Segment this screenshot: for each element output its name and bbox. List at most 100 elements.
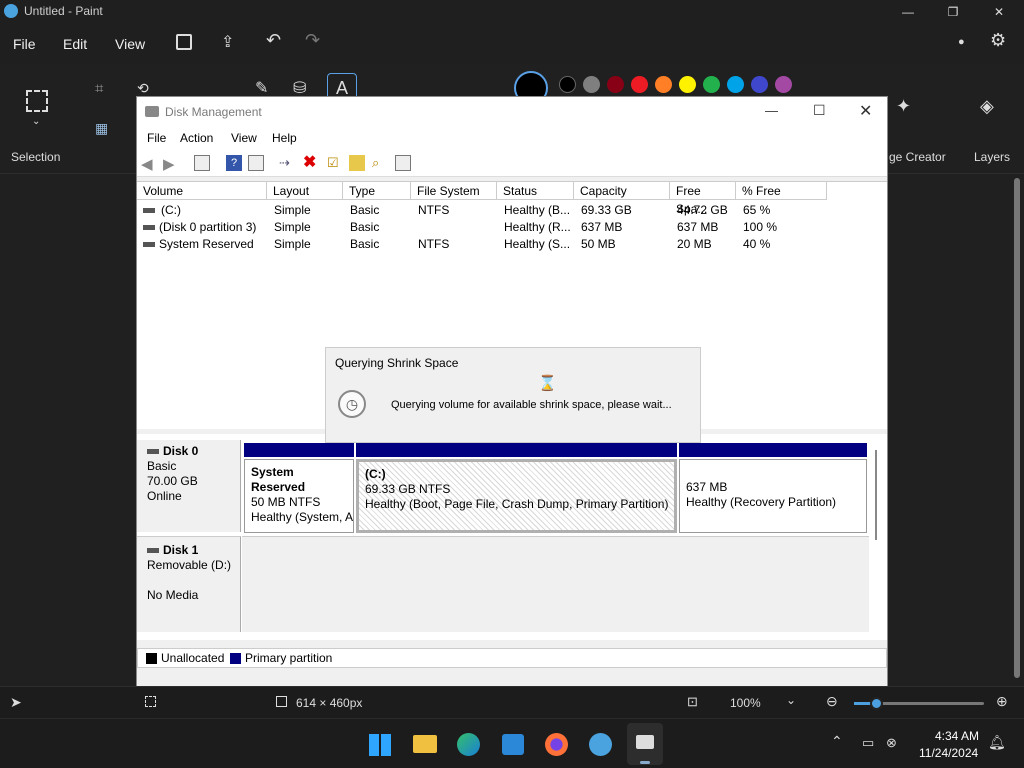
color-swatch[interactable] — [775, 76, 792, 93]
minimize-button[interactable]: — — [893, 2, 923, 22]
undo-icon[interactable]: ↶ — [266, 30, 281, 51]
table-row[interactable]: (Disk 0 partition 3) Simple Basic Health… — [137, 219, 885, 236]
chevron-up-icon[interactable]: ⌃ — [831, 733, 843, 750]
column-header-free-space[interactable]: Free Spa... — [670, 182, 736, 216]
partition-system-reserved[interactable]: System Reserved 50 MB NTFS Healthy (Syst… — [244, 459, 354, 533]
zoom-out-icon[interactable]: ⊖ — [826, 693, 838, 710]
disk-management-window: Disk Management — ☐ ✕ File Action View H… — [136, 96, 888, 692]
volume-muted-icon[interactable]: ⊗ — [886, 735, 897, 751]
table-row[interactable]: (C:) Simple Basic NTFS Healthy (B... 69.… — [137, 202, 885, 219]
disk-icon — [147, 548, 159, 554]
close-button[interactable]: ✕ — [984, 2, 1014, 22]
color-swatch[interactable] — [751, 76, 768, 93]
dm-minimize-button[interactable]: — — [765, 103, 778, 118]
crop-icon[interactable]: ⌗ — [95, 80, 103, 97]
graph-scrollbar[interactable] — [875, 450, 877, 540]
disk-0-size: 70.00 GB — [147, 474, 198, 488]
edge-icon[interactable] — [457, 733, 480, 756]
layers-icon[interactable]: ◈ — [980, 96, 994, 117]
settings-icon[interactable]: ⚙ — [990, 30, 1006, 51]
color-swatch[interactable] — [559, 76, 576, 93]
disk-0-status: Online — [147, 489, 182, 503]
resize-icon[interactable]: ▦ — [95, 120, 108, 137]
dm-menu-action[interactable]: Action — [180, 131, 213, 145]
clock-date[interactable]: 11/24/2024 — [919, 746, 978, 760]
back-icon[interactable]: ◀ — [141, 155, 157, 173]
redo-icon[interactable]: ↷ — [305, 30, 320, 51]
zoom-slider-thumb[interactable] — [870, 697, 884, 710]
column-header-percent-free[interactable]: % Free — [736, 182, 827, 200]
disk-0-info[interactable]: Disk 0 Basic 70.00 GB Online — [137, 440, 241, 532]
disk-management-taskbar-icon[interactable] — [627, 723, 663, 765]
paint-taskbar-icon[interactable] — [589, 733, 612, 756]
notification-bell-icon[interactable]: 🔔︎ — [988, 734, 1006, 751]
restore-button[interactable]: ❐ — [938, 2, 968, 22]
pencil-icon[interactable]: ✎ — [255, 78, 268, 98]
cell-status: Healthy (R... — [504, 220, 571, 234]
zoom-in-icon[interactable]: ⊕ — [996, 693, 1008, 710]
selection-icon[interactable] — [26, 90, 48, 112]
folder-up-icon[interactable] — [349, 155, 365, 171]
search-icon[interactable]: ⌕ — [372, 155, 388, 171]
help-icon[interactable]: ? — [226, 155, 242, 171]
save-icon[interactable] — [176, 34, 192, 50]
column-header-type[interactable]: Type — [343, 182, 411, 200]
layers-label: Layers — [974, 150, 1011, 164]
fill-icon[interactable]: ⛁ — [293, 78, 306, 98]
color-swatch[interactable] — [607, 76, 624, 93]
menu-edit[interactable]: Edit — [63, 36, 87, 52]
disk-1-status: No Media — [147, 588, 199, 602]
disk-1-name: Disk 1 — [163, 543, 199, 557]
account-icon[interactable]: ● — [958, 36, 965, 48]
zoom-slider[interactable] — [854, 697, 984, 710]
image-creator-icon[interactable]: ✦ — [896, 96, 911, 117]
paint-app-icon — [4, 4, 18, 18]
network-icon[interactable]: ▭ — [862, 735, 874, 751]
color-swatch[interactable] — [655, 76, 672, 93]
color-swatch[interactable] — [703, 76, 720, 93]
menu-file[interactable]: File — [13, 36, 36, 52]
chevron-down-icon[interactable]: ⌄ — [786, 693, 796, 707]
delete-icon[interactable]: ✖ — [303, 155, 319, 171]
list-view-icon[interactable] — [395, 155, 411, 171]
store-icon[interactable] — [502, 734, 524, 755]
dm-menu-help[interactable]: Help — [272, 131, 297, 145]
zoom-level[interactable]: 100% — [730, 696, 761, 710]
properties-icon[interactable] — [248, 155, 264, 171]
dm-menu-view[interactable]: View — [231, 131, 257, 145]
rotate-icon[interactable]: ⟲ — [137, 80, 149, 97]
disk-1-info[interactable]: Disk 1 Removable (D:) No Media — [137, 536, 241, 632]
column-header-volume[interactable]: Volume — [137, 182, 267, 200]
column-header-file-system[interactable]: File System — [411, 182, 497, 200]
file-explorer-icon[interactable] — [413, 735, 437, 753]
firefox-icon[interactable] — [545, 733, 568, 756]
dm-menu-file[interactable]: File — [147, 131, 166, 145]
cell-file-system: NTFS — [418, 237, 450, 251]
column-header-layout[interactable]: Layout — [267, 182, 343, 200]
color-swatch[interactable] — [679, 76, 696, 93]
clock-time[interactable]: 4:34 AM — [935, 729, 979, 743]
color-swatch[interactable] — [631, 76, 648, 93]
console-tree-icon[interactable] — [194, 155, 210, 171]
paint-menu-bar: File Edit View ⇪ ↶ ↷ ● ⚙ — [0, 24, 1024, 64]
fit-screen-icon[interactable]: ⊡ — [687, 694, 698, 710]
vertical-scrollbar[interactable] — [1014, 178, 1020, 678]
color-swatch[interactable] — [583, 76, 600, 93]
color-swatch[interactable] — [727, 76, 744, 93]
menu-view[interactable]: View — [115, 36, 145, 52]
forward-icon[interactable]: ▶ — [163, 155, 179, 173]
column-header-capacity[interactable]: Capacity — [574, 182, 670, 200]
dm-close-button[interactable]: ✕ — [859, 101, 872, 121]
start-icon[interactable] — [369, 734, 391, 756]
dm-maximize-button[interactable]: ☐ — [813, 102, 826, 119]
table-row[interactable]: System Reserved Simple Basic NTFS Health… — [137, 236, 885, 253]
paint-status-bar: ➤ 614 × 460px ⊡ 100% ⌄ ⊖ ⊕ — [0, 686, 1024, 718]
partition-recovery[interactable]: 637 MB Healthy (Recovery Partition) — [679, 459, 867, 533]
chevron-down-icon[interactable]: ⌄ — [32, 116, 40, 127]
partition-c[interactable]: (C:) 69.33 GB NTFS Healthy (Boot, Page F… — [356, 459, 677, 533]
connect-icon[interactable]: ⇢ — [279, 155, 295, 171]
cell-type: Basic — [350, 203, 380, 217]
check-icon[interactable]: ☑ — [327, 155, 343, 171]
column-header-status[interactable]: Status — [497, 182, 574, 200]
share-icon[interactable]: ⇪ — [221, 32, 234, 52]
